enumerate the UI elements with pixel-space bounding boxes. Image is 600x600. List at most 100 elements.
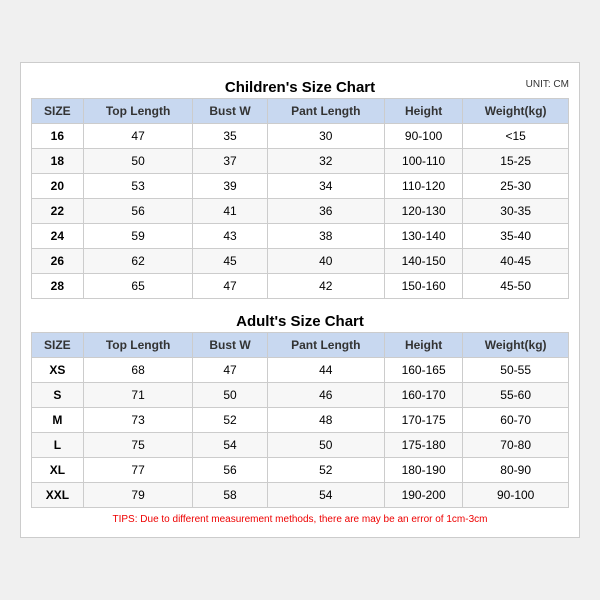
table-cell: 59 [83,224,193,249]
col-top-length: Top Length [83,333,193,358]
table-cell: 90-100 [384,124,462,149]
table-row: M735248170-17560-70 [32,408,569,433]
table-cell: 41 [193,199,267,224]
table-cell: 110-120 [384,174,462,199]
children-table: SIZE Top Length Bust W Pant Length Heigh… [31,98,569,299]
table-row: XXL795854190-20090-100 [32,483,569,508]
table-cell: 79 [83,483,193,508]
table-cell: 30-35 [463,199,569,224]
table-cell: 26 [32,249,84,274]
table-cell: 77 [83,458,193,483]
chart-container: Children's Size Chart UNIT: CM SIZE Top … [20,62,580,538]
table-cell: 56 [193,458,267,483]
table-cell: 62 [83,249,193,274]
table-cell: 55-60 [463,383,569,408]
table-cell: 80-90 [463,458,569,483]
table-cell: 65 [83,274,193,299]
col-pant-length: Pant Length [267,99,384,124]
col-pant-length: Pant Length [267,333,384,358]
table-cell: 140-150 [384,249,462,274]
unit-label: UNIT: CM [526,79,569,90]
table-row: 20533934110-12025-30 [32,174,569,199]
table-cell: 170-175 [384,408,462,433]
table-cell: 40 [267,249,384,274]
table-cell: 100-110 [384,149,462,174]
table-cell: 175-180 [384,433,462,458]
table-cell: XXL [32,483,84,508]
table-cell: 70-80 [463,433,569,458]
col-weight: Weight(kg) [463,99,569,124]
col-top-length: Top Length [83,99,193,124]
table-cell: 16 [32,124,84,149]
table-cell: 54 [267,483,384,508]
table-cell: 44 [267,358,384,383]
table-cell: 50 [83,149,193,174]
table-cell: 35 [193,124,267,149]
table-cell: 22 [32,199,84,224]
table-cell: 36 [267,199,384,224]
table-cell: 130-140 [384,224,462,249]
table-cell: 18 [32,149,84,174]
adults-table: SIZE Top Length Bust W Pant Length Heigh… [31,332,569,508]
table-row: L755450175-18070-80 [32,433,569,458]
table-row: S715046160-17055-60 [32,383,569,408]
table-cell: 39 [193,174,267,199]
table-row: 28654742150-16045-50 [32,274,569,299]
table-cell: 71 [83,383,193,408]
table-cell: 37 [193,149,267,174]
table-row: 22564136120-13030-35 [32,199,569,224]
children-title: Children's Size Chart UNIT: CM [31,73,569,98]
children-header-row: SIZE Top Length Bust W Pant Length Heigh… [32,99,569,124]
table-cell: 180-190 [384,458,462,483]
col-size: SIZE [32,333,84,358]
table-cell: 20 [32,174,84,199]
adults-title-text: Adult's Size Chart [236,313,364,330]
col-weight: Weight(kg) [463,333,569,358]
table-cell: 53 [83,174,193,199]
table-cell: 160-170 [384,383,462,408]
table-cell: 160-165 [384,358,462,383]
table-cell: 54 [193,433,267,458]
table-row: 1647353090-100<15 [32,124,569,149]
table-cell: 47 [193,274,267,299]
table-cell: 50 [267,433,384,458]
table-row: 18503732100-11015-25 [32,149,569,174]
table-row: XL775652180-19080-90 [32,458,569,483]
adults-title: Adult's Size Chart [31,307,569,332]
table-row: 24594338130-14035-40 [32,224,569,249]
table-cell: 58 [193,483,267,508]
table-cell: XS [32,358,84,383]
table-cell: 38 [267,224,384,249]
table-cell: 35-40 [463,224,569,249]
table-cell: 28 [32,274,84,299]
table-cell: 43 [193,224,267,249]
table-cell: 40-45 [463,249,569,274]
table-cell: 42 [267,274,384,299]
table-cell: 90-100 [463,483,569,508]
table-cell: 60-70 [463,408,569,433]
col-size: SIZE [32,99,84,124]
adults-header-row: SIZE Top Length Bust W Pant Length Heigh… [32,333,569,358]
table-cell: 150-160 [384,274,462,299]
col-bust-w: Bust W [193,333,267,358]
table-cell: 52 [267,458,384,483]
table-row: 26624540140-15040-45 [32,249,569,274]
table-row: XS684744160-16550-55 [32,358,569,383]
table-cell: 15-25 [463,149,569,174]
children-title-text: Children's Size Chart [225,79,375,96]
table-cell: 56 [83,199,193,224]
table-cell: 45 [193,249,267,274]
table-cell: 32 [267,149,384,174]
table-cell: 48 [267,408,384,433]
col-bust-w: Bust W [193,99,267,124]
table-cell: 47 [83,124,193,149]
table-cell: L [32,433,84,458]
table-cell: 50-55 [463,358,569,383]
table-cell: 68 [83,358,193,383]
table-cell: 50 [193,383,267,408]
table-cell: 190-200 [384,483,462,508]
tips-text: TIPS: Due to different measurement metho… [31,508,569,527]
table-cell: 75 [83,433,193,458]
table-cell: 47 [193,358,267,383]
col-height: Height [384,333,462,358]
